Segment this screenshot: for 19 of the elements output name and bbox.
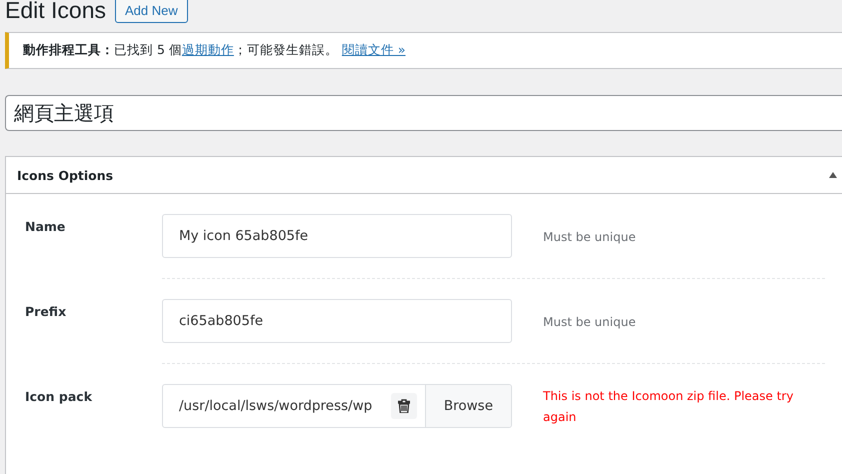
notice-message: 動作排程工具：已找到 5 個過期動作；可能發生錯誤。 閱讀文件 » <box>23 42 406 59</box>
delete-icon[interactable] <box>390 393 417 419</box>
add-new-button[interactable]: Add New <box>115 0 188 23</box>
field-label: Name <box>25 218 66 234</box>
error-message: This is not the Icomoon zip file. Please try again <box>543 388 794 426</box>
field-label: Icon pack <box>25 388 94 404</box>
notice-link[interactable]: 閱讀文件 » <box>342 42 406 57</box>
panel-title: Icons Options <box>17 168 114 182</box>
help-text: Must be unique <box>543 229 637 246</box>
notice-link[interactable]: 過期動作 <box>182 42 234 57</box>
help-text: Must be unique <box>543 314 637 331</box>
collapse-toggle-icon[interactable] <box>829 172 837 178</box>
browse-button[interactable]: Browse <box>424 385 511 427</box>
text-field[interactable]: ci65ab805fe <box>162 299 512 343</box>
page-title: Edit Icons <box>5 0 106 22</box>
file-field[interactable]: /usr/local/lsws/wordpress/wp Browse <box>162 384 512 428</box>
field-label: Prefix <box>25 303 68 319</box>
title-field[interactable]: 網頁主選項 <box>5 95 842 131</box>
text-field[interactable]: My icon 65ab805fe <box>162 214 512 258</box>
